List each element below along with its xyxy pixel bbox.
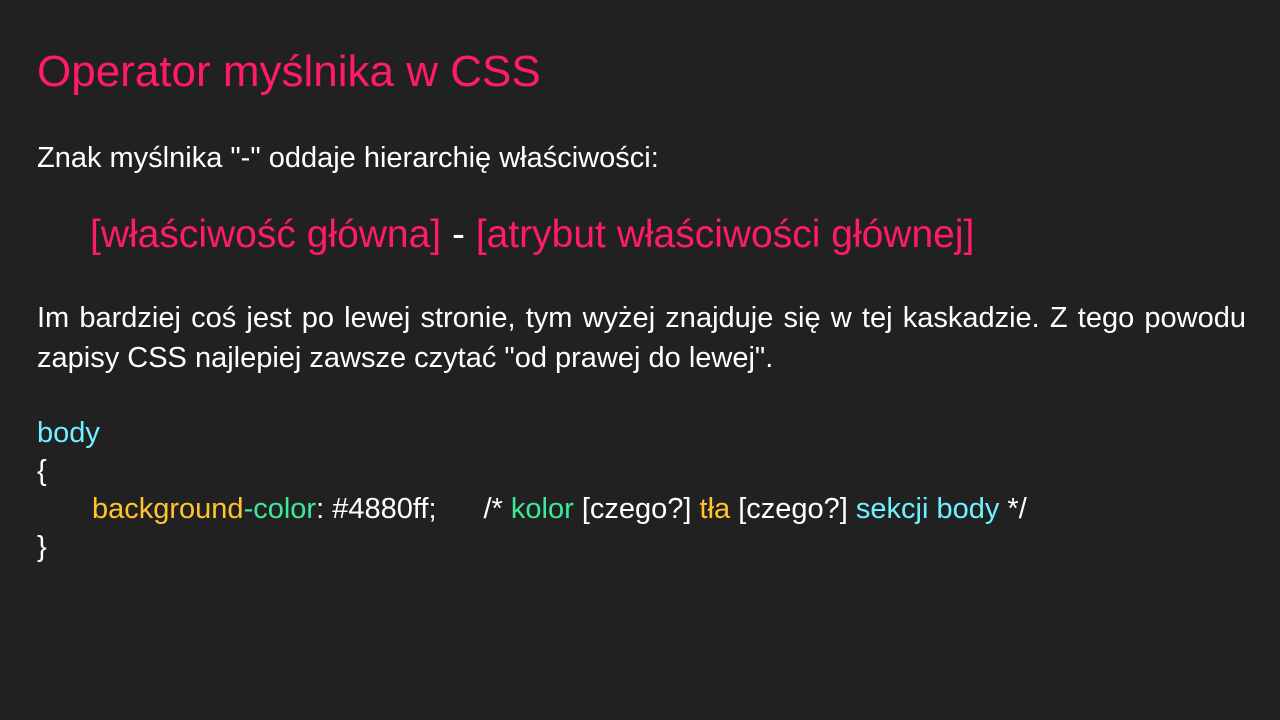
code-selector: body	[37, 417, 100, 449]
code-value: : #4880ff;	[316, 493, 437, 525]
code-comment-close: */	[999, 493, 1027, 525]
code-property-background: background	[92, 493, 244, 525]
intro-text: Znak myślnika "-" oddaje hierarchię właś…	[37, 142, 659, 174]
code-declaration: background-color: #4880ff; /* kolor [czeg…	[37, 490, 1027, 528]
code-comment-tla: tła	[699, 493, 731, 525]
slide: Operator myślnika w CSS Znak myślnika "-…	[0, 0, 1280, 720]
formula-attribute: [atrybut właściwości głównej]	[475, 213, 975, 256]
formula-separator: -	[441, 213, 476, 256]
code-comment-question-1: [czego?]	[573, 493, 700, 525]
code-comment-kolor: kolor	[510, 493, 574, 525]
code-property-dash: -	[243, 493, 254, 525]
code-comment-open: /*	[483, 493, 511, 525]
explanation-paragraph: Im bardziej coś jest po lewej stronie, t…	[37, 302, 1246, 374]
code-open-brace: {	[37, 455, 47, 487]
slide-title: Operator myślnika w CSS	[37, 47, 541, 96]
hierarchy-formula: [właściwość główna] - [atrybut właściwoś…	[90, 211, 974, 259]
code-example: body { background-color: #4880ff; /* kolo…	[37, 414, 1027, 566]
code-comment-sekcji-body: sekcji body	[855, 493, 1000, 525]
formula-main-property: [właściwość główna]	[90, 213, 442, 256]
code-comment-question-2: [czego?]	[730, 493, 856, 525]
code-property-color: color	[253, 493, 317, 525]
code-close-brace: }	[37, 531, 47, 563]
